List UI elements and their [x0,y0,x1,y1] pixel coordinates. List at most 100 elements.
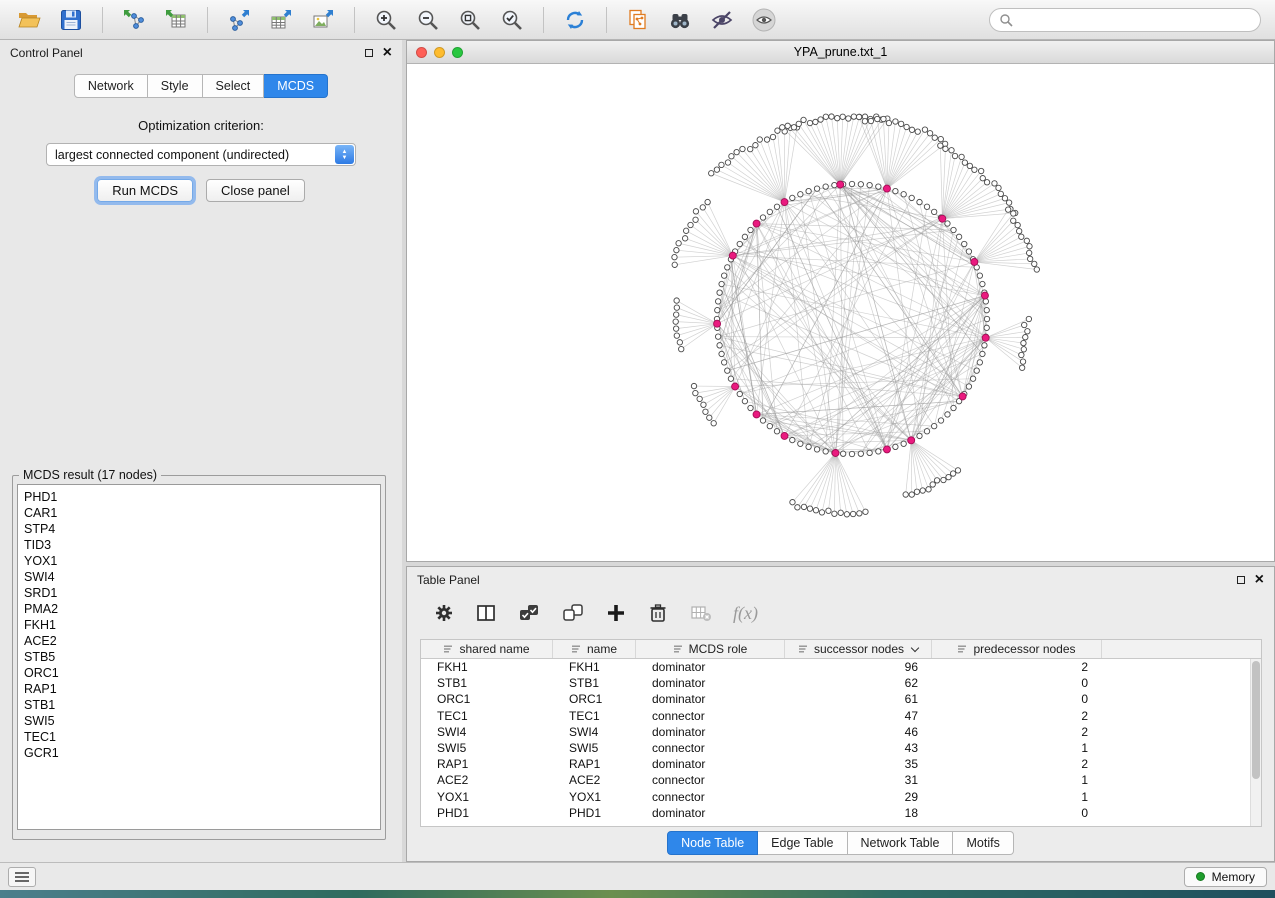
table-scrollbar-thumb[interactable] [1252,661,1260,779]
mcds-result-item[interactable]: CAR1 [24,505,380,521]
close-table-panel-icon[interactable]: × [1255,574,1264,586]
mcds-result-item[interactable]: GCR1 [24,745,380,761]
column-header-successor-nodes[interactable]: successor nodes [785,640,932,658]
control-panel-title: Control Panel [10,46,83,60]
unselect-all-icon[interactable] [561,602,585,624]
table-row[interactable]: SWI4SWI4dominator462 [421,724,1261,740]
column-header-name[interactable]: name [553,640,636,658]
table-cell: ORC1 [421,691,553,707]
table-cell: TEC1 [553,708,636,724]
table-cell: 43 [785,740,932,756]
float-table-panel-icon[interactable] [1237,576,1245,584]
table-row[interactable]: ACE2ACE2connector311 [421,772,1261,788]
run-mcds-button[interactable]: Run MCDS [97,179,193,202]
table-cell [1102,691,1261,707]
mcds-result-item[interactable]: RAP1 [24,681,380,697]
tab-node-table[interactable]: Node Table [667,831,758,855]
table-row[interactable]: TEC1TEC1connector472 [421,708,1261,724]
tab-mcds[interactable]: MCDS [264,74,328,98]
mcds-result-item[interactable]: YOX1 [24,553,380,569]
select-all-icon[interactable] [517,602,541,624]
refresh-layout-icon[interactable] [560,5,590,35]
close-panel-button[interactable]: Close panel [206,179,305,202]
table-cell [1102,724,1261,740]
table-scrollbar[interactable] [1250,659,1261,826]
mcds-result-item[interactable]: PHD1 [24,489,380,505]
table-cell: SWI5 [421,740,553,756]
column-header-predecessor-nodes[interactable]: predecessor nodes [932,640,1102,658]
export-image-icon[interactable] [308,5,338,35]
hide-details-eye-slash-icon[interactable] [707,5,737,35]
tab-select[interactable]: Select [203,74,265,98]
window-minimize-icon[interactable] [434,47,445,58]
table-cell: SWI4 [421,724,553,740]
table-cell: connector [636,708,785,724]
zoom-selected-icon[interactable] [497,5,527,35]
network-canvas[interactable] [407,64,1274,561]
mcds-result-item[interactable]: SWI5 [24,713,380,729]
column-header-mcds-role[interactable]: MCDS role [636,640,785,658]
tab-edge-table[interactable]: Edge Table [758,831,847,855]
mcds-result-item[interactable]: SRD1 [24,585,380,601]
window-close-icon[interactable] [416,47,427,58]
table-row[interactable]: STB1STB1dominator620 [421,675,1261,691]
mcds-result-item[interactable]: TEC1 [24,729,380,745]
import-table-icon[interactable] [161,5,191,35]
tab-network[interactable]: Network [74,74,148,98]
close-panel-icon[interactable]: × [383,47,392,59]
zoom-fit-icon[interactable] [455,5,485,35]
mcds-result-item[interactable]: TID3 [24,537,380,553]
task-history-icon[interactable] [8,867,36,887]
table-cell [1102,675,1261,691]
mcds-result-item[interactable]: FKH1 [24,617,380,633]
show-graphics-eye-icon[interactable] [749,5,779,35]
clone-network-icon[interactable] [623,5,653,35]
save-icon[interactable] [56,5,86,35]
table-settings-gear-icon[interactable] [433,602,455,624]
mcds-result-item[interactable]: STB1 [24,697,380,713]
import-network-icon[interactable] [119,5,149,35]
tab-network-table[interactable]: Network Table [848,831,954,855]
table-cell [1102,772,1261,788]
dropdown-stepper-icon: ▲▼ [335,145,354,164]
table-row[interactable]: SWI5SWI5connector431 [421,740,1261,756]
network-window-titlebar[interactable]: YPA_prune.txt_1 [407,41,1274,64]
table-row[interactable]: RAP1RAP1dominator352 [421,756,1261,772]
mcds-result-item[interactable]: SWI4 [24,569,380,585]
sort-descending-icon [911,643,919,651]
tab-motifs[interactable]: Motifs [953,831,1013,855]
function-builder-icon: f(x) [733,603,758,624]
search-input[interactable] [1019,13,1251,27]
table-row[interactable]: YOX1YOX1connector291 [421,789,1261,805]
table-cell [1102,708,1261,724]
tab-style[interactable]: Style [148,74,203,98]
mcds-result-item[interactable]: PMA2 [24,601,380,617]
float-panel-icon[interactable] [365,49,373,57]
optimization-criterion-label: Optimization criterion: [0,118,402,133]
column-header-shared-name[interactable]: shared name [421,640,553,658]
zoom-in-icon[interactable] [371,5,401,35]
memory-button[interactable]: Memory [1184,867,1267,887]
table-cell: ACE2 [553,772,636,788]
delete-column-trash-icon[interactable] [647,602,669,624]
table-cell [1102,789,1261,805]
zoom-out-icon[interactable] [413,5,443,35]
add-column-plus-icon[interactable] [605,602,627,624]
search-box[interactable] [989,8,1261,32]
export-network-icon[interactable] [224,5,254,35]
window-maximize-icon[interactable] [452,47,463,58]
table-row[interactable]: PHD1PHD1dominator180 [421,805,1261,821]
mcds-result-item[interactable]: STP4 [24,521,380,537]
open-file-icon[interactable] [14,5,44,35]
table-row[interactable]: FKH1FKH1dominator962 [421,659,1261,675]
show-columns-icon[interactable] [475,602,497,624]
criterion-dropdown[interactable]: largest connected component (undirected)… [46,143,356,166]
toolbar-separator [207,7,208,33]
table-cell: 2 [932,756,1102,772]
table-row[interactable]: ORC1ORC1dominator610 [421,691,1261,707]
mcds-result-item[interactable]: ORC1 [24,665,380,681]
mcds-result-item[interactable]: STB5 [24,649,380,665]
mcds-result-item[interactable]: ACE2 [24,633,380,649]
search-network-binoculars-icon[interactable] [665,5,695,35]
export-table-icon[interactable] [266,5,296,35]
